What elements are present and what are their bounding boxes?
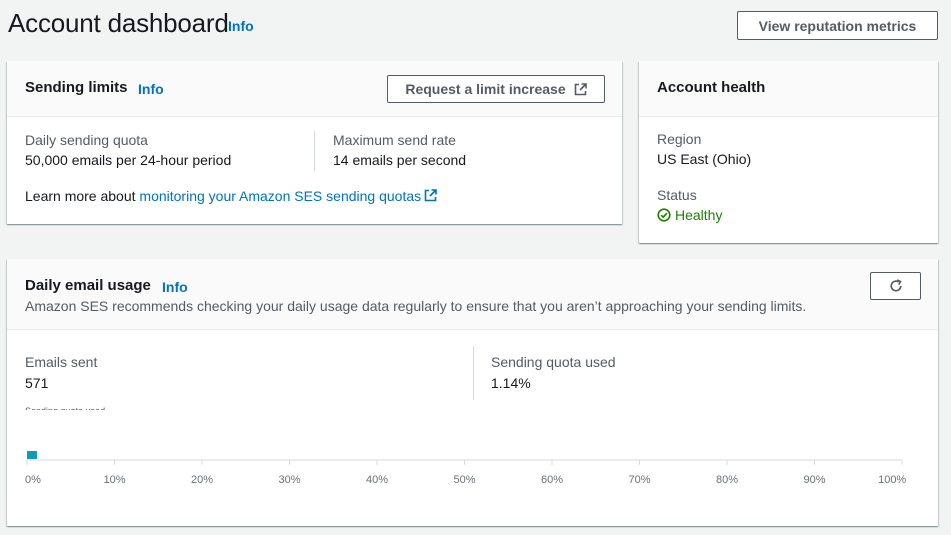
monitoring-quotas-link-label: monitoring your Amazon SES sending quota… [139, 188, 422, 204]
status-indicator: Healthy [657, 207, 722, 223]
daily-quota-label: Daily sending quota [25, 132, 148, 148]
region-label: Region [657, 131, 702, 147]
account-dashboard-page: Account dashboard Info View reputation m… [0, 0, 951, 535]
page-title: Account dashboard [8, 8, 229, 38]
meter-fill-bar [27, 451, 37, 459]
meter-tick-label: 60% [540, 474, 564, 486]
meter-tick-label: 90% [803, 474, 826, 486]
region: Region US East (Ohio) [657, 131, 751, 167]
status: Status Healthy [657, 187, 722, 223]
sending-limits-header: Sending limits Info Request a limit incr… [7, 61, 622, 117]
max-rate-value: 14 emails per second [333, 152, 467, 168]
maximum-send-rate: Maximum send rate 14 emails per second [333, 132, 466, 168]
quota-usage-meter [26, 451, 903, 465]
region-value: US East (Ohio) [657, 151, 752, 167]
account-health-title: Account health [657, 79, 766, 96]
page-info-link[interactable]: Info [228, 18, 254, 34]
daily-email-usage-card: Daily email usage Info Amazon SES recomm… [7, 259, 938, 526]
status-value: Healthy [675, 207, 723, 223]
max-rate-label: Maximum send rate [333, 132, 456, 148]
meter-tick-label: 40% [365, 474, 389, 486]
view-reputation-metrics-button[interactable]: View reputation metrics [737, 11, 938, 40]
external-link-icon [424, 189, 437, 202]
column-divider [314, 131, 315, 171]
external-link-icon [574, 82, 587, 96]
sending-limits-card: Sending limits Info Request a limit incr… [7, 61, 622, 224]
sending-limits-info-link[interactable]: Info [138, 81, 164, 97]
meter-tick-label: 50% [453, 474, 476, 486]
meter-tick-label: 0% [25, 474, 41, 486]
meter-tick-label: 30% [278, 474, 301, 486]
meter-tick-label: 20% [190, 474, 214, 486]
daily-sending-quota: Daily sending quota 50,000 emails per 24… [25, 132, 231, 168]
meter-tick-label: 70% [628, 474, 651, 486]
request-limit-increase-button[interactable]: Request a limit increase [387, 75, 605, 103]
account-health-card: Account health Region US East (Ohio) Sta… [639, 61, 938, 243]
check-circle-icon [657, 208, 671, 222]
status-label: Status [657, 187, 697, 203]
sending-limits-title: Sending limits [25, 79, 128, 96]
learn-more-text: Learn more about monitoring your Amazon … [25, 188, 437, 204]
monitoring-quotas-link[interactable]: monitoring your Amazon SES sending quota… [139, 188, 437, 204]
meter-tick-label: 80% [715, 474, 739, 486]
daily-quota-value: 50,000 emails per 24-hour period [25, 152, 232, 168]
learn-more-prefix: Learn more about [25, 188, 140, 204]
meter-tick-label: 10% [103, 474, 126, 486]
meter-tick-label: 100% [878, 474, 907, 486]
request-limit-increase-label: Request a limit increase [405, 81, 566, 97]
account-health-header: Account health [639, 61, 938, 117]
page-header: Account dashboard Info View reputation m… [8, 6, 938, 46]
